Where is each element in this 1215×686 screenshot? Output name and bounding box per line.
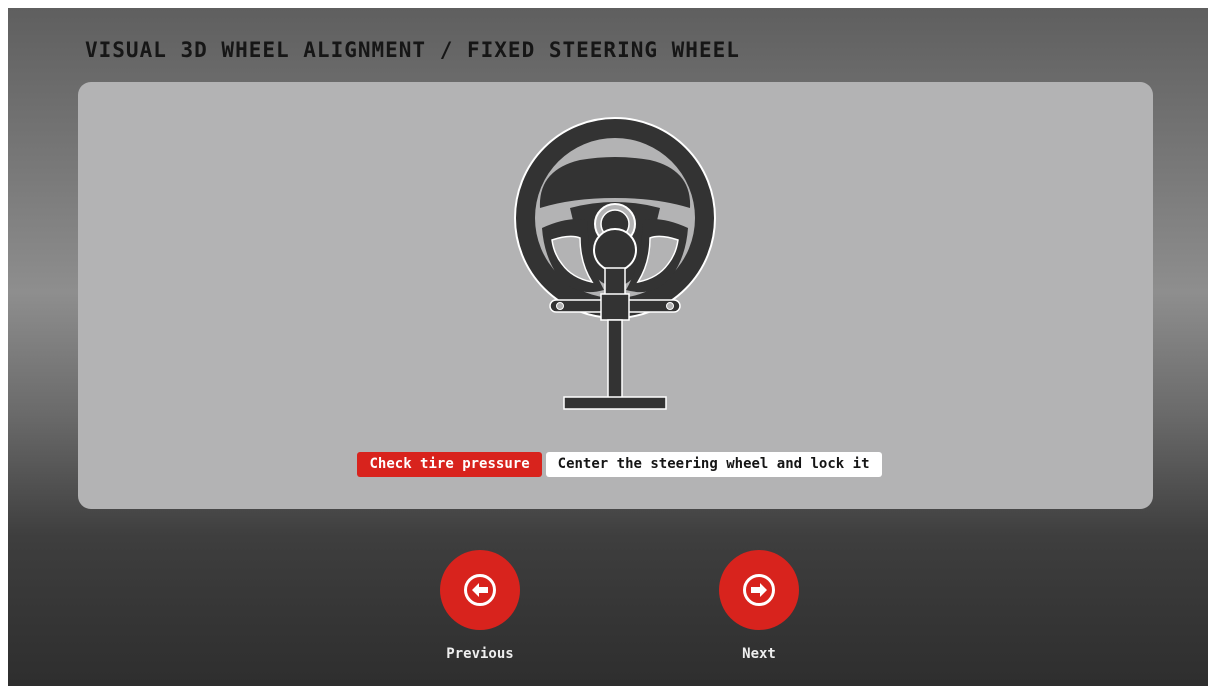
next-circle[interactable] bbox=[719, 550, 799, 630]
next-label: Next bbox=[742, 646, 776, 662]
previous-circle[interactable] bbox=[440, 550, 520, 630]
arrow-left-circle-icon bbox=[464, 574, 496, 606]
page-title: VISUAL 3D WHEEL ALIGNMENT / FIXED STEERI… bbox=[85, 38, 740, 62]
step-check-tire-pressure: Check tire pressure bbox=[357, 452, 542, 477]
steps-indicator: Check tire pressure Center the steering … bbox=[78, 452, 1153, 477]
steering-wheel-with-lock-icon bbox=[514, 117, 716, 410]
previous-button[interactable]: Previous bbox=[440, 550, 520, 662]
previous-label: Previous bbox=[446, 646, 514, 662]
step-center-steering-wheel: Center the steering wheel and lock it bbox=[545, 452, 882, 477]
content-panel: Check tire pressure Center the steering … bbox=[78, 82, 1153, 509]
next-button[interactable]: Next bbox=[719, 550, 799, 662]
arrow-right-circle-icon bbox=[743, 574, 775, 606]
wizard-screen: VISUAL 3D WHEEL ALIGNMENT / FIXED STEERI… bbox=[8, 8, 1208, 686]
